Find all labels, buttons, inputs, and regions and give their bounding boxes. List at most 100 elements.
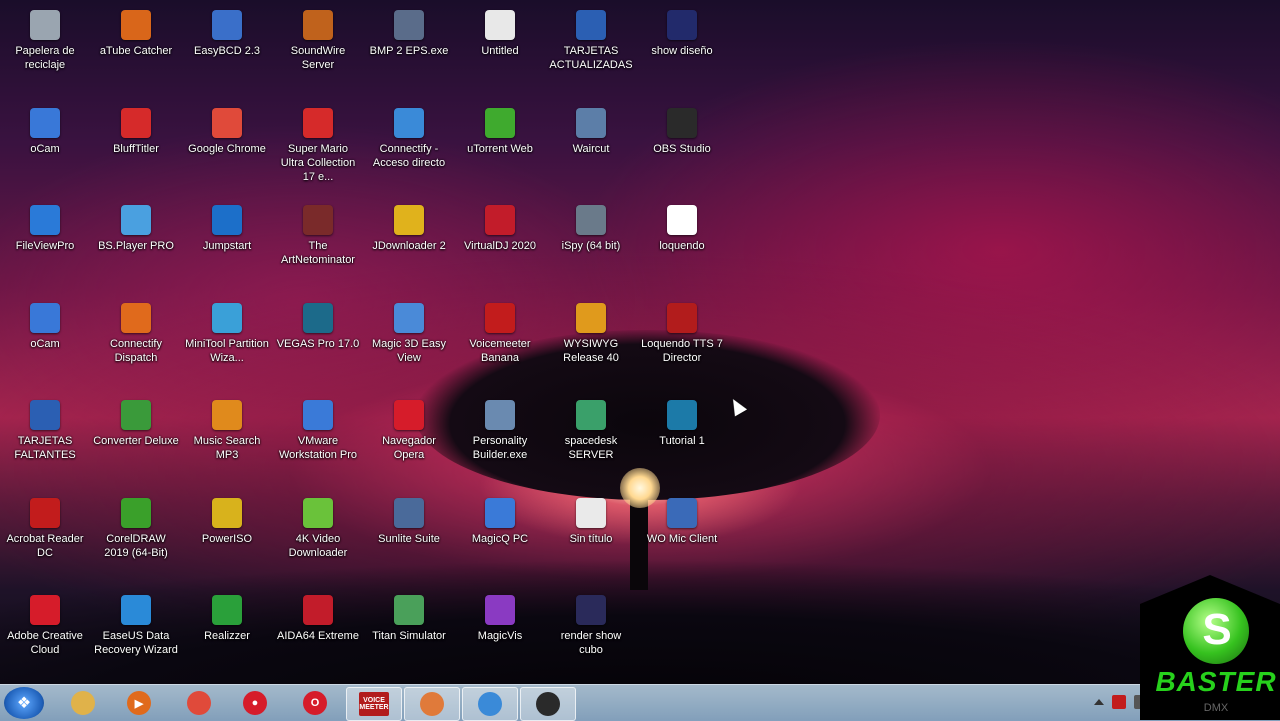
taskbar-button[interactable]: ▶ bbox=[112, 687, 166, 719]
desktop-icon[interactable]: loquendo bbox=[637, 199, 727, 253]
desktop-icon[interactable]: JDownloader 2 bbox=[364, 199, 454, 253]
desktop-icon[interactable]: Loquendo TTS 7 Director bbox=[637, 297, 727, 365]
video-file-icon bbox=[576, 595, 606, 625]
desktop-icon[interactable]: Connectify Dispatch bbox=[91, 297, 181, 365]
coreldraw-icon bbox=[121, 498, 151, 528]
desktop-icon-label: 4K Video Downloader bbox=[288, 533, 348, 559]
desktop-icon[interactable]: Super Mario Ultra Collection 17 e... bbox=[273, 102, 363, 184]
desktop-icon[interactable]: VMware Workstation Pro bbox=[273, 394, 363, 462]
desktop-icon[interactable]: Navegador Opera bbox=[364, 394, 454, 462]
desktop-icon-label: aTube Catcher bbox=[99, 45, 173, 57]
desktop-icon[interactable]: show diseño bbox=[637, 4, 727, 58]
desktop-icon-label: BMP 2 EPS.exe bbox=[369, 45, 449, 57]
desktop-icon-label: Magic 3D Easy View bbox=[372, 338, 446, 364]
desktop-icon[interactable]: MagicQ PC bbox=[455, 492, 545, 546]
desktop-icon-label: Navegador Opera bbox=[382, 435, 436, 461]
desktop-icon[interactable]: VEGAS Pro 17.0 bbox=[273, 297, 363, 351]
desktop-icon[interactable]: MiniTool Partition Wiza... bbox=[182, 297, 272, 365]
desktop-icon[interactable]: Realizzer bbox=[182, 589, 272, 643]
jdownloader-icon bbox=[394, 205, 424, 235]
network-error-icon[interactable] bbox=[1112, 695, 1126, 709]
desktop-icon-label: Converter Deluxe bbox=[93, 435, 179, 447]
desktop-icon[interactable]: Voicemeeter Banana bbox=[455, 297, 545, 365]
desktop-icon[interactable]: EaseUS Data Recovery Wizard bbox=[91, 589, 181, 657]
desktop-icon-label: Adobe Creative Cloud bbox=[7, 630, 83, 656]
desktop-icon[interactable]: Jumpstart bbox=[182, 199, 272, 253]
show-hidden-icons-icon[interactable] bbox=[1094, 699, 1104, 705]
desktop-icon[interactable]: Converter Deluxe bbox=[91, 394, 181, 448]
windows-start-icon[interactable]: ❖ bbox=[4, 687, 44, 719]
word-document-icon bbox=[30, 400, 60, 430]
desktop-icon-label: VEGAS Pro 17.0 bbox=[276, 338, 360, 350]
wo-mic-icon bbox=[667, 498, 697, 528]
desktop-icon[interactable]: aTube Catcher bbox=[91, 4, 181, 58]
desktop-icon[interactable]: AIDA64 Extreme bbox=[273, 589, 363, 643]
desktop-icon[interactable]: Untitled bbox=[455, 4, 545, 58]
vegas-icon bbox=[303, 303, 333, 333]
taskbar-button[interactable] bbox=[520, 687, 576, 721]
converter-icon bbox=[121, 400, 151, 430]
desktop-icon[interactable]: Music Search MP3 bbox=[182, 394, 272, 462]
vegas-project-icon bbox=[667, 400, 697, 430]
desktop-icon[interactable]: Google Chrome bbox=[182, 102, 272, 156]
desktop-icon-label: SoundWire Server bbox=[290, 45, 346, 71]
desktop-icon[interactable]: BS.Player PRO bbox=[91, 199, 181, 253]
desktop-icon-label: iSpy (64 bit) bbox=[561, 240, 621, 252]
desktop-icon[interactable]: Personality Builder.exe bbox=[455, 394, 545, 462]
desktop-icon[interactable]: oCam bbox=[0, 297, 90, 351]
taskbar-button[interactable] bbox=[172, 687, 226, 719]
taskbar-button[interactable] bbox=[462, 687, 518, 721]
desktop-icon[interactable]: OBS Studio bbox=[637, 102, 727, 156]
realizzer-icon bbox=[212, 595, 242, 625]
desktop-icon[interactable]: Sin título bbox=[546, 492, 636, 546]
desktop-icon[interactable]: render show cubo bbox=[546, 589, 636, 657]
desktop-icon[interactable]: Tutorial 1 bbox=[637, 394, 727, 448]
obs-icon bbox=[667, 108, 697, 138]
desktop-icon[interactable]: MagicVis bbox=[455, 589, 545, 643]
desktop-icon[interactable]: PowerISO bbox=[182, 492, 272, 546]
desktop-icon-label: spacedesk SERVER bbox=[564, 435, 618, 461]
desktop-icon[interactable]: Papelera de reciclaje bbox=[0, 4, 90, 72]
desktop-icon[interactable]: Waircut bbox=[546, 102, 636, 156]
easybcd-icon bbox=[212, 10, 242, 40]
desktop-icon[interactable]: TARJETAS FALTANTES bbox=[0, 394, 90, 462]
desktop-icon[interactable]: 4K Video Downloader bbox=[273, 492, 363, 560]
desktop-icon-label: oCam bbox=[30, 143, 60, 155]
desktop-icon[interactable]: WO Mic Client bbox=[637, 492, 727, 546]
poweriso-icon bbox=[212, 498, 242, 528]
desktop-icon[interactable]: BMP 2 EPS.exe bbox=[364, 4, 454, 58]
desktop-icon[interactable]: spacedesk SERVER bbox=[546, 394, 636, 462]
taskbar-button[interactable] bbox=[56, 687, 110, 719]
magicvis-icon bbox=[485, 595, 515, 625]
desktop-icon-label: Connectify - Acceso directo bbox=[372, 143, 446, 169]
desktop-icon[interactable]: The ArtNetominator bbox=[273, 199, 363, 267]
taskbar-button[interactable]: VOICE MEETER bbox=[346, 687, 402, 721]
desktop-icon[interactable]: Connectify - Acceso directo bbox=[364, 102, 454, 170]
desktop-icon[interactable]: uTorrent Web bbox=[455, 102, 545, 156]
desktop-icon[interactable]: Adobe Creative Cloud bbox=[0, 589, 90, 657]
desktop-icon[interactable]: iSpy (64 bit) bbox=[546, 199, 636, 253]
desktop-icon-label: EasyBCD 2.3 bbox=[193, 45, 261, 57]
desktop-icon[interactable]: Sunlite Suite bbox=[364, 492, 454, 546]
taskbar-button[interactable]: O bbox=[288, 687, 342, 719]
desktop-icon[interactable]: Acrobat Reader DC bbox=[0, 492, 90, 560]
desktop-icon[interactable]: Magic 3D Easy View bbox=[364, 297, 454, 365]
desktop-icon[interactable]: SoundWire Server bbox=[273, 4, 363, 72]
desktop-icon[interactable]: EasyBCD 2.3 bbox=[182, 4, 272, 58]
desktop-icon[interactable]: VirtualDJ 2020 bbox=[455, 199, 545, 253]
soundwire-icon bbox=[303, 10, 333, 40]
desktop-icon[interactable]: WYSIWYG Release 40 bbox=[546, 297, 636, 365]
desktop-icon[interactable]: Titan Simulator bbox=[364, 589, 454, 643]
exe-file-icon bbox=[485, 400, 515, 430]
desktop-icon[interactable]: FileViewPro bbox=[0, 199, 90, 253]
desktop-icon-label: OBS Studio bbox=[653, 143, 711, 155]
desktop-icon[interactable]: BluffTitler bbox=[91, 102, 181, 156]
watermark-subtitle: DMX bbox=[1203, 702, 1229, 714]
taskbar-button[interactable]: ● bbox=[228, 687, 282, 719]
desktop-icon-label: Sin título bbox=[569, 533, 613, 545]
taskbar-button[interactable] bbox=[404, 687, 460, 721]
desktop-icon[interactable]: oCam bbox=[0, 102, 90, 156]
desktop-icon[interactable]: CorelDRAW 2019 (64-Bit) bbox=[91, 492, 181, 560]
desktop-icon[interactable]: TARJETAS ACTUALIZADAS bbox=[546, 4, 636, 72]
fileviewpro-icon bbox=[30, 205, 60, 235]
